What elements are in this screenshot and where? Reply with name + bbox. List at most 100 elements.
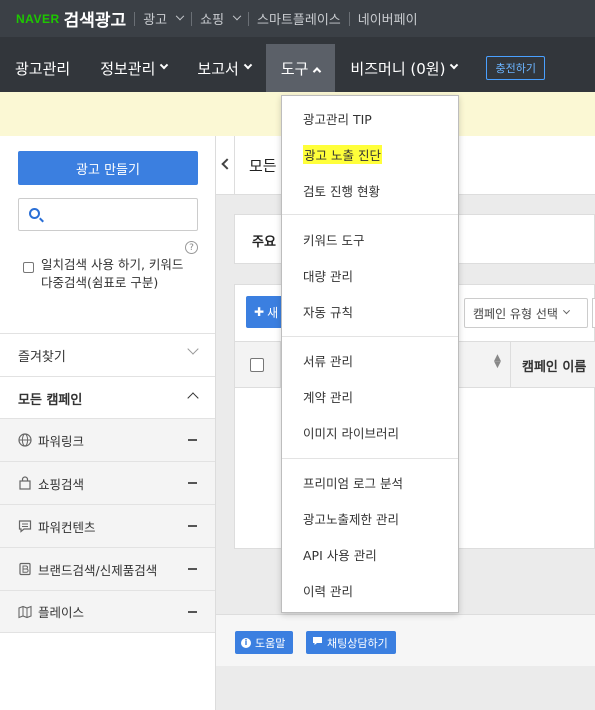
naver-logo-text: NAVER bbox=[16, 11, 60, 26]
divider bbox=[191, 11, 193, 26]
top-link-naverpay[interactable]: 네이버페이 bbox=[358, 9, 418, 28]
map-icon bbox=[18, 605, 32, 619]
new-button-label: 새 bbox=[267, 305, 279, 320]
back-arrow-icon[interactable] bbox=[221, 158, 233, 170]
main-nav: 광고관리 정보관리 보고서 도구 비즈머니 (0원) 충전하기 bbox=[0, 44, 595, 92]
menu-item-ad-exposure-diagnosis[interactable]: 광고 노출 진단 bbox=[282, 136, 458, 172]
campaign-type-select[interactable]: 캠페인 유형 선택 bbox=[464, 298, 588, 328]
menu-item-contract-management[interactable]: 계약 관리 bbox=[282, 378, 458, 414]
sidebar-item-shopping[interactable]: 쇼핑검색 bbox=[0, 461, 215, 504]
sidebar-item-place[interactable]: 플레이스 bbox=[0, 590, 215, 633]
exact-search-option[interactable]: 일치검색 사용 하기, 키워드 다중검색(쉼표로 구분) bbox=[23, 256, 195, 292]
brand-title: 검색광고 bbox=[63, 11, 127, 31]
menu-item-premium-log-analysis[interactable]: 프리미엄 로그 분석 bbox=[282, 464, 458, 500]
menu-item-auto-rules[interactable]: 자동 규칙 bbox=[282, 293, 458, 329]
menu-item-image-library[interactable]: 이미지 라이브러리 bbox=[282, 414, 458, 450]
top-link-label: 쇼핑 bbox=[200, 13, 225, 28]
menu-item-ad-exposure-restriction[interactable]: 광고노출제한 관리 bbox=[282, 500, 458, 536]
chat-icon bbox=[18, 519, 32, 533]
nav-gap bbox=[0, 37, 595, 44]
page-title: 모든 bbox=[249, 157, 277, 175]
collapse-icon[interactable] bbox=[188, 568, 197, 570]
sidebar-item-powerlink[interactable]: 파워링크 bbox=[0, 418, 215, 461]
sidebar-all-campaigns[interactable]: 모든 캠페인 bbox=[0, 376, 215, 419]
brand-logo[interactable]: NAVER 검색광고 bbox=[16, 6, 126, 31]
menu-divider bbox=[282, 458, 458, 459]
top-link-shopping[interactable]: 쇼핑 bbox=[200, 9, 242, 28]
search-icon bbox=[29, 208, 40, 219]
menu-divider bbox=[282, 336, 458, 337]
menu-item-history-management[interactable]: 이력 관리 bbox=[282, 572, 458, 608]
sort-icon[interactable]: ▲ ▼ bbox=[494, 354, 501, 370]
nav-label: 비즈머니 (0원) bbox=[350, 59, 446, 78]
tools-dropdown-menu: 광고관리 TIP 광고 노출 진단 검토 진행 현황 키워드 도구 대량 관리 … bbox=[281, 95, 459, 613]
collapse-icon[interactable] bbox=[188, 482, 197, 484]
nav-label: 정보관리 bbox=[100, 59, 156, 78]
nav-info-management[interactable]: 정보관리 bbox=[85, 44, 182, 92]
nav-label: 광고관리 bbox=[15, 59, 71, 78]
sidebar-item-powercontents[interactable]: 파워컨텐츠 bbox=[0, 504, 215, 547]
campaign-type-label: 파워컨텐츠 bbox=[38, 519, 96, 535]
divider bbox=[234, 136, 235, 195]
collapse-icon[interactable] bbox=[188, 611, 197, 613]
campaign-search-input[interactable] bbox=[18, 198, 198, 231]
chat-bubble-icon bbox=[312, 636, 323, 649]
top-link-ads[interactable]: 광고 bbox=[143, 9, 185, 28]
chevron-down-icon bbox=[187, 343, 199, 355]
help-button[interactable]: i 도움말 bbox=[235, 631, 294, 654]
menu-item-review-status[interactable]: 검토 진행 현황 bbox=[282, 172, 458, 208]
create-ad-button[interactable]: 광고 만들기 bbox=[18, 151, 198, 185]
favorites-label: 즐겨찾기 bbox=[18, 349, 66, 365]
charge-button[interactable]: 충전하기 bbox=[486, 56, 545, 80]
divider bbox=[248, 11, 250, 26]
chevron-up-icon bbox=[313, 67, 322, 76]
exact-search-checkbox[interactable] bbox=[23, 262, 34, 273]
chat-consult-button[interactable]: 채팅상담하기 bbox=[306, 631, 396, 654]
collapse-icon[interactable] bbox=[188, 439, 197, 441]
all-campaigns-label: 모든 캠페인 bbox=[18, 392, 83, 408]
chevron-down-icon bbox=[175, 11, 185, 20]
column-campaign-name[interactable]: 캠페인 이름 bbox=[522, 356, 586, 375]
chevron-up-icon bbox=[187, 392, 199, 404]
menu-divider bbox=[282, 214, 458, 215]
brand-b-icon bbox=[18, 562, 32, 576]
nav-reports[interactable]: 보고서 bbox=[182, 44, 265, 92]
chevron-down-icon bbox=[450, 60, 459, 70]
campaign-type-label: 브랜드검색/신제품검색 bbox=[38, 562, 158, 578]
nav-ad-management[interactable]: 광고관리 bbox=[0, 44, 85, 92]
chevron-down-icon bbox=[232, 11, 242, 20]
summary-label: 주요 bbox=[252, 235, 276, 250]
menu-item-bulk-management[interactable]: 대량 관리 bbox=[282, 257, 458, 293]
nav-label: 도구 bbox=[280, 59, 309, 78]
menu-item-keyword-tool[interactable]: 키워드 도구 bbox=[282, 221, 458, 257]
sidebar-item-brand-search[interactable]: 브랜드검색/신제품검색 bbox=[0, 547, 215, 590]
select-all-checkbox[interactable] bbox=[250, 358, 264, 372]
shopping-bag-icon bbox=[18, 476, 32, 490]
divider bbox=[348, 11, 350, 26]
top-link-smartplace[interactable]: 스마트플레이스 bbox=[257, 9, 341, 28]
exact-search-label: 일치검색 사용 하기, 키워드 다중검색(쉼표로 구분) bbox=[41, 257, 184, 290]
menu-item-ad-tip[interactable]: 광고관리 TIP bbox=[282, 100, 458, 136]
menu-item-api-management[interactable]: API 사용 관리 bbox=[282, 536, 458, 572]
nav-tools[interactable]: 도구 bbox=[265, 44, 336, 92]
nav-label: 보고서 bbox=[197, 59, 239, 78]
collapse-icon[interactable] bbox=[188, 525, 197, 527]
help-button-label: 도움말 bbox=[255, 636, 286, 650]
footer-band: i 도움말 채팅상담하기 bbox=[216, 614, 595, 666]
divider bbox=[134, 11, 136, 26]
top-link-label: 광고 bbox=[143, 13, 168, 28]
select-value: 캠페인 유형 선택 bbox=[473, 306, 558, 321]
sidebar: 광고 만들기 ? 일치검색 사용 하기, 키워드 다중검색(쉼표로 구분) 즐겨… bbox=[0, 136, 216, 710]
sidebar-favorites[interactable]: 즐겨찾기 bbox=[0, 333, 215, 376]
plus-icon: ✚ bbox=[254, 305, 265, 319]
chevron-down-icon bbox=[243, 60, 253, 70]
chevron-down-icon bbox=[562, 306, 570, 314]
info-icon: i bbox=[241, 637, 251, 648]
highlighted-label: 광고 노출 진단 bbox=[303, 144, 382, 164]
chat-button-label: 채팅상담하기 bbox=[327, 636, 388, 650]
menu-item-document-management[interactable]: 서류 관리 bbox=[282, 342, 458, 378]
campaign-type-label: 쇼핑검색 bbox=[38, 476, 85, 492]
help-icon[interactable]: ? bbox=[185, 241, 198, 254]
top-bar: NAVER 검색광고 광고 쇼핑 스마트플레이스 네이버페이 bbox=[0, 0, 595, 37]
nav-bizmoney[interactable]: 비즈머니 (0원) bbox=[335, 44, 472, 92]
